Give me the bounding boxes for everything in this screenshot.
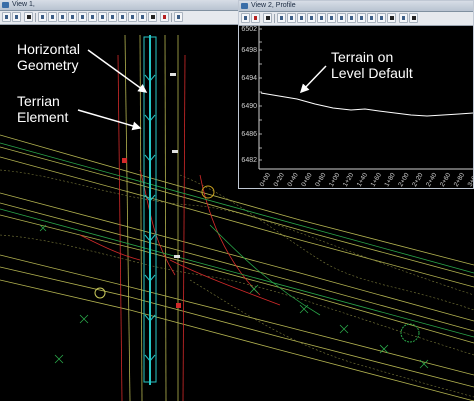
view-attributes-icon[interactable] [241, 13, 250, 23]
window-area-icon[interactable] [307, 13, 316, 23]
render-icon[interactable] [160, 12, 169, 22]
callout-terrian-element: Terrian Element [17, 93, 68, 125]
callout-terrain-on-level: Terrain on Level Default [331, 49, 413, 81]
profile-y-tick: 6486 [241, 131, 257, 138]
zoom-out-icon[interactable] [58, 12, 67, 22]
zoom-in-icon[interactable] [48, 12, 57, 22]
profile-y-tick: 6498 [241, 47, 257, 54]
profile-view-titlebar[interactable]: View 2, Profile [239, 1, 473, 12]
camera-icon[interactable] [148, 12, 157, 22]
tools-dropdown-icon[interactable] [409, 13, 418, 23]
view-next-icon[interactable] [357, 13, 366, 23]
tools-dropdown-icon[interactable] [174, 12, 183, 22]
rotate-view-icon[interactable] [327, 13, 336, 23]
view-attributes-icon[interactable] [2, 12, 11, 22]
update-view-icon[interactable] [277, 13, 286, 23]
callout-line: Terrain on [331, 49, 394, 65]
profile-x-tick: 1+60 [370, 171, 384, 188]
update-view-icon[interactable] [38, 12, 47, 22]
plan-view-title: View 1, [12, 1, 35, 8]
copy-view-icon[interactable] [128, 12, 137, 22]
profile-x-tick: 2+60 [439, 171, 453, 188]
profile-x-tick: 3+00 [467, 171, 473, 188]
camera-icon[interactable] [387, 13, 396, 23]
zoom-out-icon[interactable] [297, 13, 306, 23]
profile-x-tick: 2+40 [425, 171, 439, 188]
profile-view-window[interactable]: View 2, Profile 6502 6498 6494 6490 6486 [238, 0, 474, 189]
zoom-in-icon[interactable] [287, 13, 296, 23]
profile-x-tick: 0+60 [300, 171, 314, 188]
callout-horizontal-geometry: Horizontal Geometry [17, 41, 80, 73]
view-next-icon[interactable] [118, 12, 127, 22]
profile-view-toolbar [239, 12, 473, 26]
display-style-icon[interactable] [251, 13, 260, 23]
callout-line: Element [17, 109, 69, 125]
callout-line: Geometry [17, 57, 79, 73]
profile-y-tick: 6502 [241, 26, 257, 33]
callout-line: Level Default [331, 65, 413, 81]
profile-y-tick: 6494 [241, 75, 257, 82]
profile-y-tick: 6490 [241, 103, 257, 110]
horizontal-alignment [143, 35, 157, 385]
rotate-view-icon[interactable] [88, 12, 97, 22]
profile-x-tick: 2+20 [411, 171, 425, 188]
fit-view-icon[interactable] [78, 12, 87, 22]
profile-x-tick: 2+00 [397, 171, 411, 188]
display-style-icon[interactable] [12, 12, 21, 22]
profile-x-tick: 1+00 [328, 171, 342, 188]
profile-y-tick: 6482 [241, 157, 257, 164]
callout-line: Terrian [17, 93, 60, 109]
window-icon [241, 3, 248, 9]
render-icon[interactable] [399, 13, 408, 23]
view-previous-icon[interactable] [108, 12, 117, 22]
pan-view-icon[interactable] [98, 12, 107, 22]
window-area-icon[interactable] [68, 12, 77, 22]
fit-view-icon[interactable] [317, 13, 326, 23]
profile-x-tick: 0+40 [286, 171, 300, 188]
view-previous-icon[interactable] [347, 13, 356, 23]
profile-x-tick: 0+00 [259, 171, 273, 188]
clip-volume-icon[interactable] [377, 13, 386, 23]
copy-view-icon[interactable] [367, 13, 376, 23]
view-rotation-icon[interactable] [263, 13, 272, 23]
profile-x-tick: 0+20 [273, 171, 287, 188]
profile-x-tick: 0+80 [314, 171, 328, 188]
profile-x-tick: 1+40 [356, 171, 370, 188]
profile-view-title: View 2, Profile [251, 2, 296, 9]
profile-x-tick: 1+80 [383, 171, 397, 188]
profile-x-tick: 1+20 [342, 171, 356, 188]
callout-line: Horizontal [17, 41, 81, 57]
profile-x-tick: 2+80 [453, 171, 467, 188]
window-icon [2, 2, 9, 8]
view-rotation-icon[interactable] [24, 12, 33, 22]
terrain-profile-line[interactable] [260, 92, 473, 117]
clip-volume-icon[interactable] [138, 12, 147, 22]
pan-view-icon[interactable] [337, 13, 346, 23]
